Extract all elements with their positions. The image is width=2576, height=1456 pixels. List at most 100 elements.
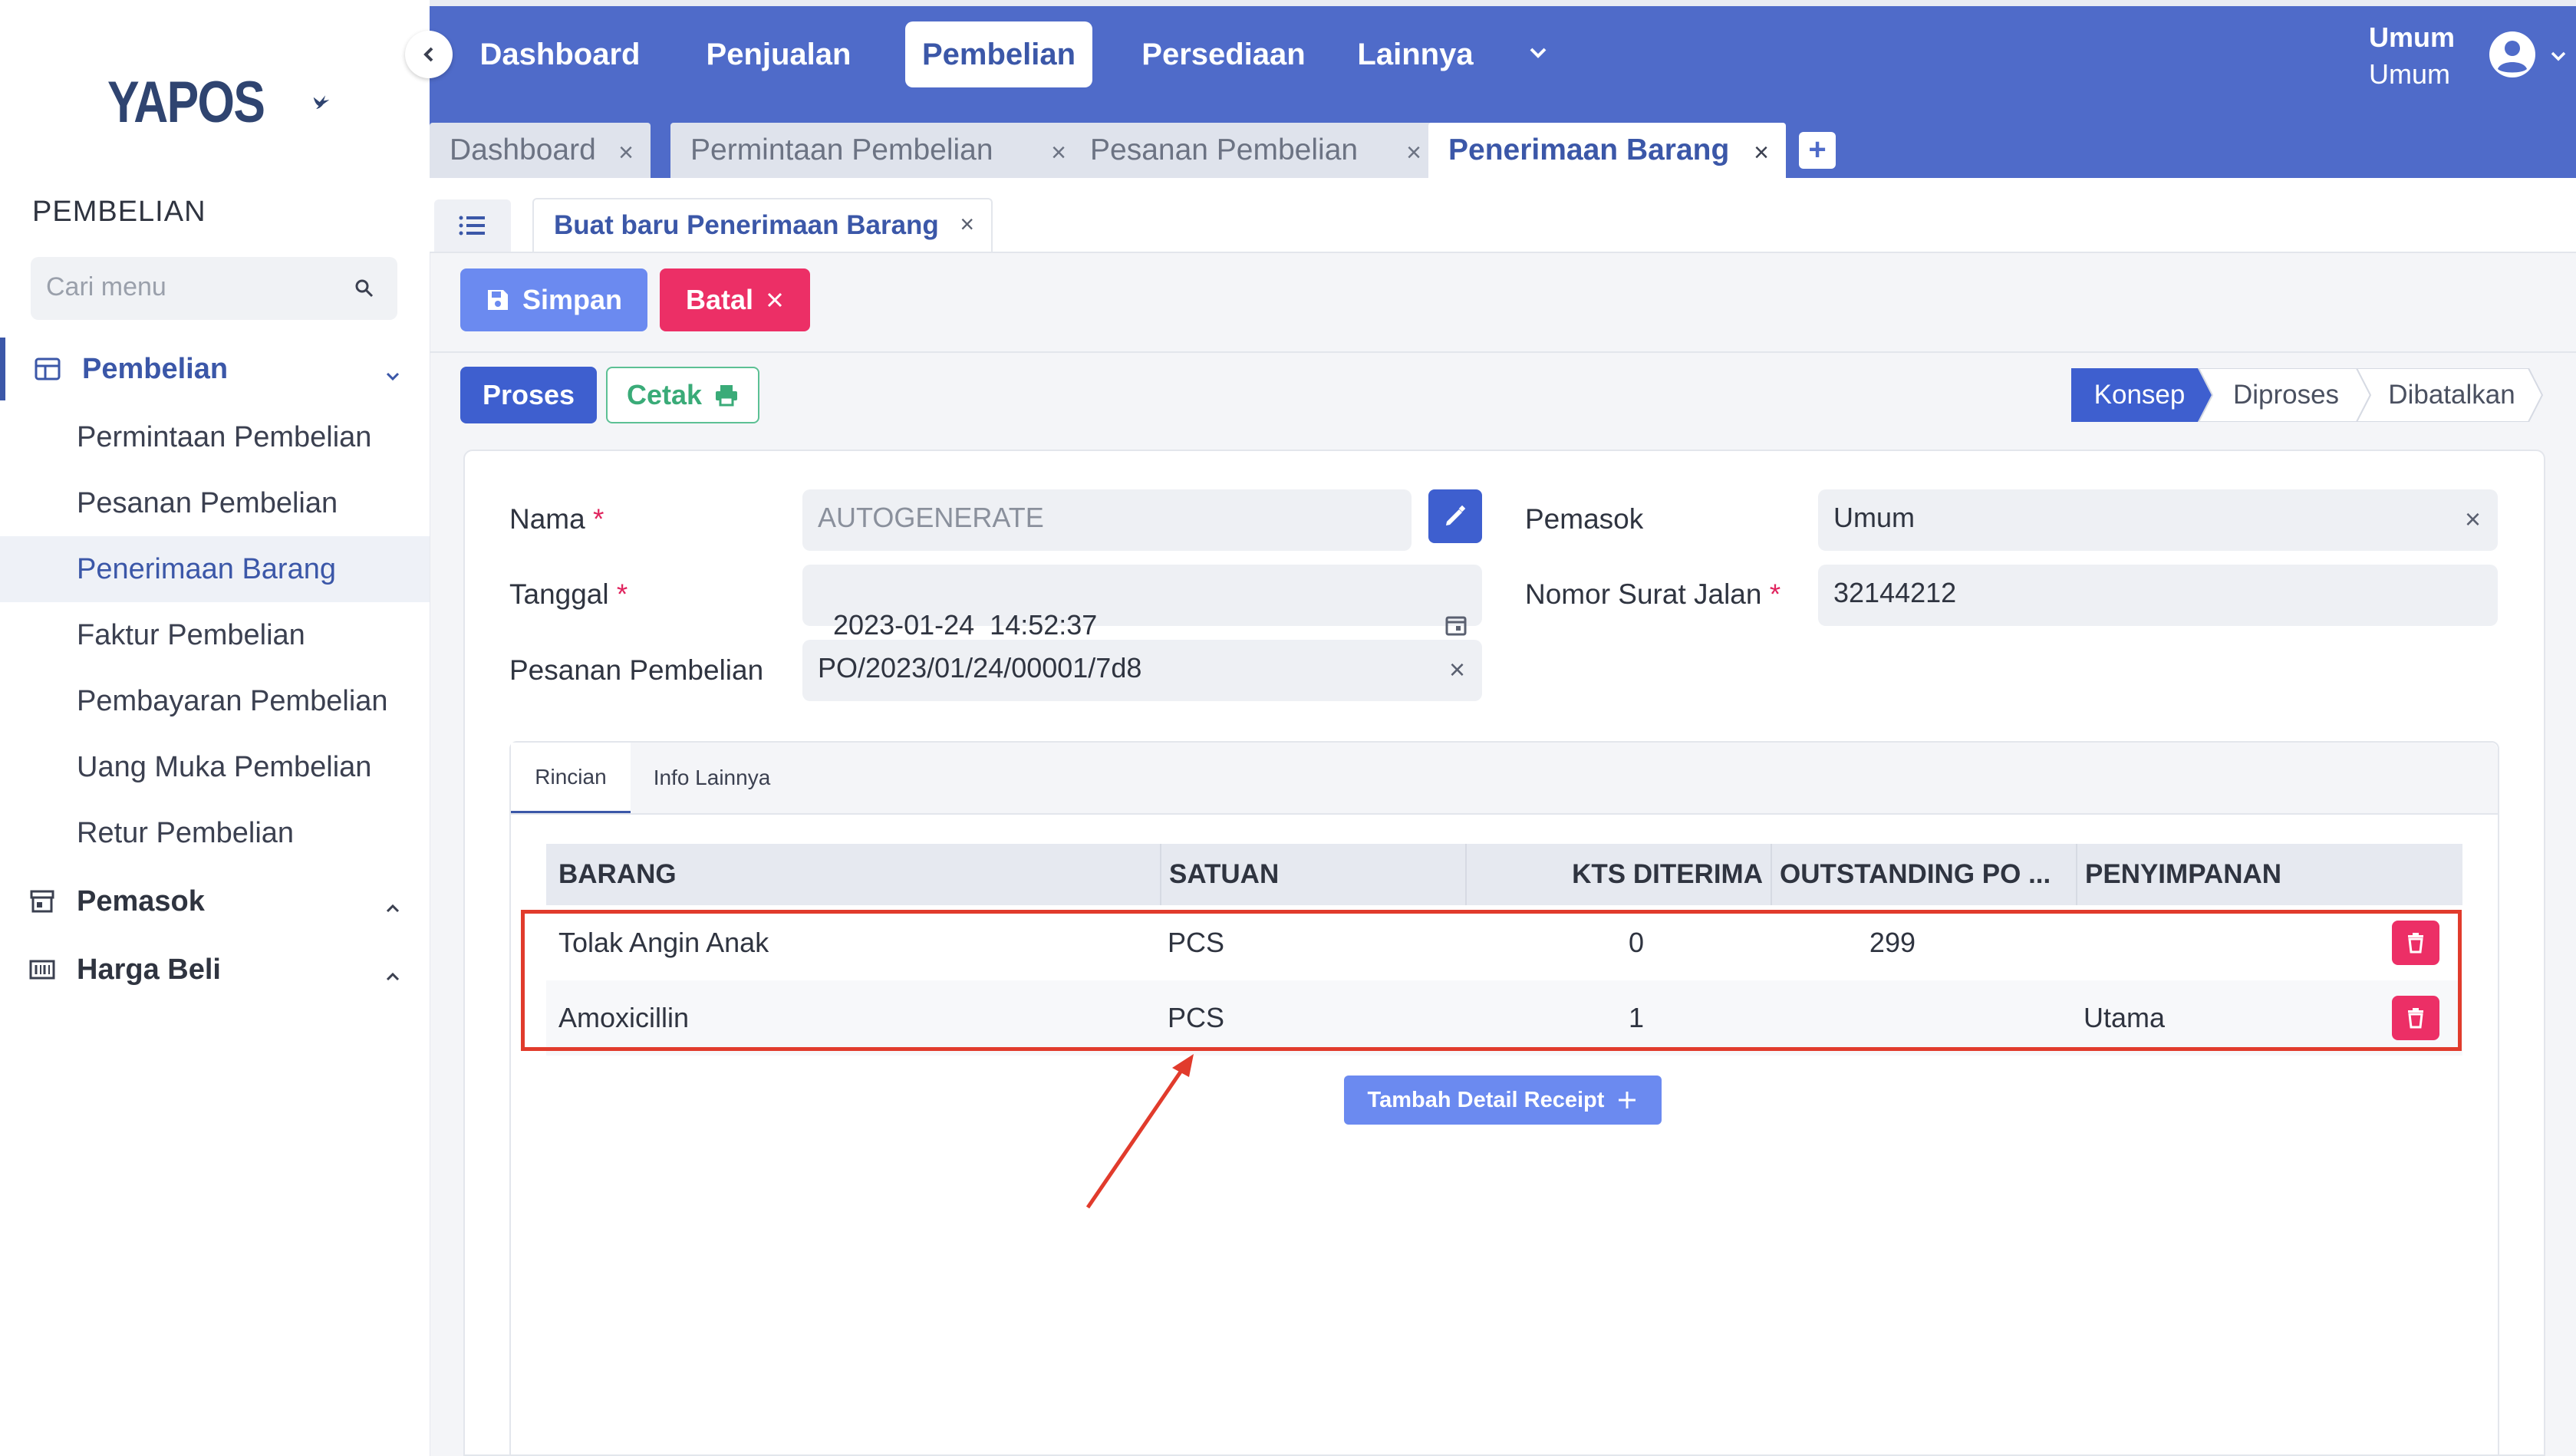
tanggal-value: 2023-01-24 14:52:37 <box>833 609 1098 641</box>
sidebar-item-penerimaan-barang[interactable]: Penerimaan Barang <box>0 536 430 602</box>
tab-info-lainnya[interactable]: Info Lainnya <box>641 743 782 813</box>
sidebar-group-harga-beli[interactable]: Harga Beli <box>0 938 430 1001</box>
close-icon[interactable]: × <box>1754 138 1769 168</box>
subtab-label: Buat baru Penerimaan Barang <box>554 210 939 240</box>
sidebar-item-retur-pembelian[interactable]: Retur Pembelian <box>0 800 430 866</box>
close-icon[interactable]: × <box>618 138 634 168</box>
sidebar-group-label: Pemasok <box>77 884 205 917</box>
clear-icon[interactable]: × <box>1449 654 1465 686</box>
doc-tab-pesanan-pembelian[interactable]: Pesanan Pembelian × <box>1070 123 1438 178</box>
save-button[interactable]: Simpan <box>460 268 647 331</box>
subtab-new-receipt[interactable]: Buat baru Penerimaan Barang × <box>532 198 993 252</box>
print-button-label: Cetak <box>626 379 703 410</box>
close-icon[interactable]: × <box>1406 138 1421 168</box>
plus-icon <box>1619 1092 1636 1108</box>
sidebar-group-label: Harga Beli <box>77 953 221 986</box>
nomor-surat-jalan-field[interactable]: 32144212 <box>1818 565 2498 626</box>
chevron-up-icon <box>384 961 402 994</box>
sidebar-item-pembayaran-pembelian[interactable]: Pembayaran Pembelian <box>0 668 430 734</box>
nama-field[interactable]: AUTOGENERATE <box>802 489 1412 551</box>
user-avatar-icon <box>2489 31 2536 82</box>
nav-lainnya[interactable]: Lainnya <box>1350 21 1481 87</box>
barcode-icon <box>29 957 55 990</box>
top-navbar: Dashboard Penjualan Pembelian Persediaan… <box>430 0 2576 104</box>
sidebar-item-label: Uang Muka Pembelian <box>77 751 372 783</box>
column-header-kts-diterima[interactable]: KTS DITERIMA <box>1465 844 1771 905</box>
divider <box>430 351 2576 353</box>
store-icon <box>29 888 55 922</box>
inner-tab-bar <box>511 743 2498 815</box>
column-header-penyimpanan[interactable]: PENYIMPANAN <box>2076 844 2462 905</box>
tanggal-field[interactable]: 2023-01-24 14:52:37 <box>802 565 1482 641</box>
pemasok-value: Umum <box>1833 502 1915 533</box>
column-header-outstanding-po[interactable]: OUTSTANDING PO ... <box>1771 844 2076 905</box>
user-menu[interactable]: Umum Umum <box>2346 15 2576 92</box>
sidebar-group-label: Pembelian <box>82 352 229 385</box>
pemasok-label: Pemasok <box>1525 503 1644 535</box>
doc-tab-permintaan-pembelian[interactable]: Permintaan Pembelian × <box>670 123 1083 178</box>
menu-search-input[interactable]: Cari menu <box>31 257 397 320</box>
column-header-satuan[interactable]: SATUAN <box>1160 844 1465 905</box>
clear-icon[interactable]: × <box>2465 503 2481 535</box>
sidebar-item-label: Penerimaan Barang <box>77 553 336 585</box>
nav-dashboard[interactable]: Dashboard <box>476 21 644 87</box>
doc-tab-penerimaan-barang[interactable]: Penerimaan Barang × <box>1428 123 1786 178</box>
nav-penjualan[interactable]: Penjualan <box>698 21 859 87</box>
cancel-button[interactable]: Batal <box>660 268 810 331</box>
top-border <box>430 0 2576 6</box>
status-steps: Konsep Diproses Dibatalkan <box>2071 368 2547 422</box>
close-icon[interactable]: × <box>1051 138 1066 168</box>
nav-pembelian[interactable]: Pembelian <box>905 21 1092 87</box>
close-icon[interactable]: × <box>960 210 974 239</box>
sidebar-item-label: Faktur Pembelian <box>77 619 305 651</box>
chevron-down-icon <box>384 361 402 394</box>
sidebar-item-faktur-pembelian[interactable]: Faktur Pembelian <box>0 602 430 668</box>
sidebar-item-uang-muka-pembelian[interactable]: Uang Muka Pembelian <box>0 734 430 800</box>
status-step-dibatalkan[interactable]: Dibatalkan <box>2367 368 2536 422</box>
printer-icon <box>716 385 738 407</box>
chevron-up-icon <box>384 893 402 926</box>
sidebar-item-pesanan-pembelian[interactable]: Pesanan Pembelian <box>0 470 430 536</box>
list-view-button[interactable] <box>434 199 511 252</box>
nomor-surat-jalan-label: Nomor Surat Jalan * <box>1525 578 1780 611</box>
document-tabs: Dashboard × Permintaan Pembelian × Pesan… <box>430 104 2576 178</box>
nav-persediaan[interactable]: Persediaan <box>1128 21 1319 87</box>
column-header-barang[interactable]: BARANG <box>546 844 1160 905</box>
add-tab-button[interactable]: + <box>1799 132 1836 169</box>
doc-tab-label: Dashboard <box>450 133 596 166</box>
required-mark: * <box>592 503 604 535</box>
user-role: Umum <box>2369 58 2450 90</box>
nama-label-text: Nama <box>509 503 585 535</box>
chevron-down-icon <box>2548 46 2568 70</box>
edit-name-button[interactable] <box>1428 489 1482 543</box>
tanggal-label: Tanggal * <box>509 578 628 611</box>
list-icon <box>459 216 485 236</box>
add-detail-label: Tambah Detail Receipt <box>1367 1087 1605 1112</box>
annotation-arrow-icon <box>1085 1054 1194 1209</box>
status-step-konsep[interactable]: Konsep <box>2071 368 2208 422</box>
doc-tab-dashboard[interactable]: Dashboard × <box>430 123 651 178</box>
pesanan-pembelian-field[interactable]: PO/2023/01/24/00001/7d8 × <box>802 640 1482 701</box>
tab-rincian[interactable]: Rincian <box>511 743 631 813</box>
floppy-disk-icon <box>487 290 508 310</box>
sidebar-group-pemasok[interactable]: Pemasok <box>0 870 430 933</box>
sidebar-item-label: Pembayaran Pembelian <box>77 685 388 717</box>
pemasok-field[interactable]: Umum × <box>1818 489 2498 551</box>
collapse-sidebar-button[interactable] <box>405 31 453 78</box>
add-detail-receipt-button[interactable]: Tambah Detail Receipt <box>1344 1076 1662 1125</box>
sidebar-item-permintaan-pembelian[interactable]: Permintaan Pembelian <box>0 404 430 470</box>
nama-label: Nama * <box>509 503 604 535</box>
app-logo[interactable]: YAPOS <box>107 68 330 137</box>
annotation-highlight-box <box>521 910 2462 1051</box>
nomor-surat-jalan-label-text: Nomor Surat Jalan <box>1525 578 1762 610</box>
more-menu-chevron-icon[interactable] <box>1527 41 1550 68</box>
chevron-left-icon <box>423 47 433 62</box>
sidebar-section-title: PEMBELIAN <box>32 196 206 228</box>
status-step-diproses[interactable]: Diproses <box>2209 368 2363 422</box>
sidebar-group-pembelian[interactable]: Pembelian <box>0 338 430 400</box>
tanggal-label-text: Tanggal <box>509 578 609 610</box>
pesanan-pembelian-value: PO/2023/01/24/00001/7d8 <box>818 652 1142 684</box>
process-button[interactable]: Proses <box>460 367 597 423</box>
search-icon <box>354 278 374 302</box>
print-button[interactable]: Cetak <box>606 367 759 423</box>
